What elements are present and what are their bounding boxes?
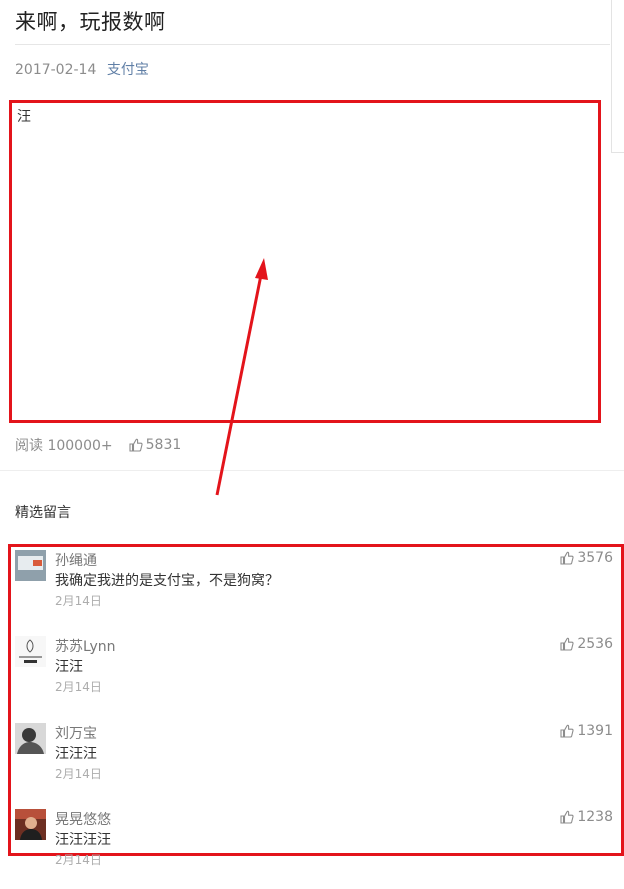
comment-text: 汪汪汪 (55, 746, 97, 762)
comment-like-button[interactable]: 3576 (560, 550, 613, 566)
comment-date: 2月14日 (55, 594, 102, 608)
comment-date: 2月14日 (55, 680, 102, 694)
avatar[interactable] (15, 636, 46, 667)
comment-author[interactable]: 晃晃悠悠 (55, 809, 111, 829)
comment-item: 晃晃悠悠 汪汪汪汪 2月14日 1238 (15, 809, 619, 889)
title-divider (15, 44, 610, 45)
comment-author[interactable]: 刘万宝 (55, 723, 97, 743)
thumbs-up-icon (560, 810, 574, 824)
thumbs-up-icon (129, 438, 143, 452)
comment-author[interactable]: 苏苏Lynn (55, 636, 116, 656)
comment-like-button[interactable]: 1238 (560, 809, 613, 825)
thumbs-up-icon (560, 637, 574, 651)
article-stats: 阅读 100000+ 5831 (15, 435, 181, 455)
comment-like-count: 1238 (577, 809, 613, 825)
thumbs-up-icon (560, 551, 574, 565)
comment-date: 2月14日 (55, 853, 102, 867)
comment-item: 刘万宝 汪汪汪 2月14日 1391 (15, 723, 619, 803)
section-divider (0, 470, 624, 471)
comment-like-button[interactable]: 2536 (560, 636, 613, 652)
comment-date: 2月14日 (55, 767, 102, 781)
comment-author[interactable]: 孙绳通 (55, 550, 97, 570)
article-like-count: 5831 (145, 437, 182, 453)
article-meta: 2017-02-14 支付宝 (15, 59, 149, 79)
right-rail-frame (611, 0, 624, 153)
comment-text: 汪汪 (55, 659, 83, 675)
avatar[interactable] (15, 809, 46, 840)
comment-text: 汪汪汪汪 (55, 832, 111, 848)
comments-section-title: 精选留言 (15, 505, 71, 521)
comment-like-count: 1391 (577, 723, 613, 739)
comment-like-count: 3576 (577, 550, 613, 566)
comment-text: 我确定我进的是支付宝，不是狗窝？ (55, 573, 279, 589)
article-date: 2017-02-14 (15, 62, 97, 78)
content-highlight-box: 汪 (9, 100, 601, 423)
thumbs-up-icon (560, 724, 574, 738)
article-source-link[interactable]: 支付宝 (107, 62, 149, 78)
article-like-button[interactable]: 5831 (129, 437, 182, 453)
read-count: 阅读 100000+ (15, 438, 113, 454)
comment-item: 苏苏Lynn 汪汪 2月14日 2536 (15, 636, 619, 716)
comment-item: 孙绳通 我确定我进的是支付宝，不是狗窝？ 2月14日 3576 (15, 550, 619, 630)
avatar[interactable] (15, 550, 46, 581)
comment-like-button[interactable]: 1391 (560, 723, 613, 739)
article-content-text: 汪 (17, 109, 31, 125)
avatar[interactable] (15, 723, 46, 754)
article-title: 来啊，玩报数啊 (15, 10, 166, 34)
comment-like-count: 2536 (577, 636, 613, 652)
